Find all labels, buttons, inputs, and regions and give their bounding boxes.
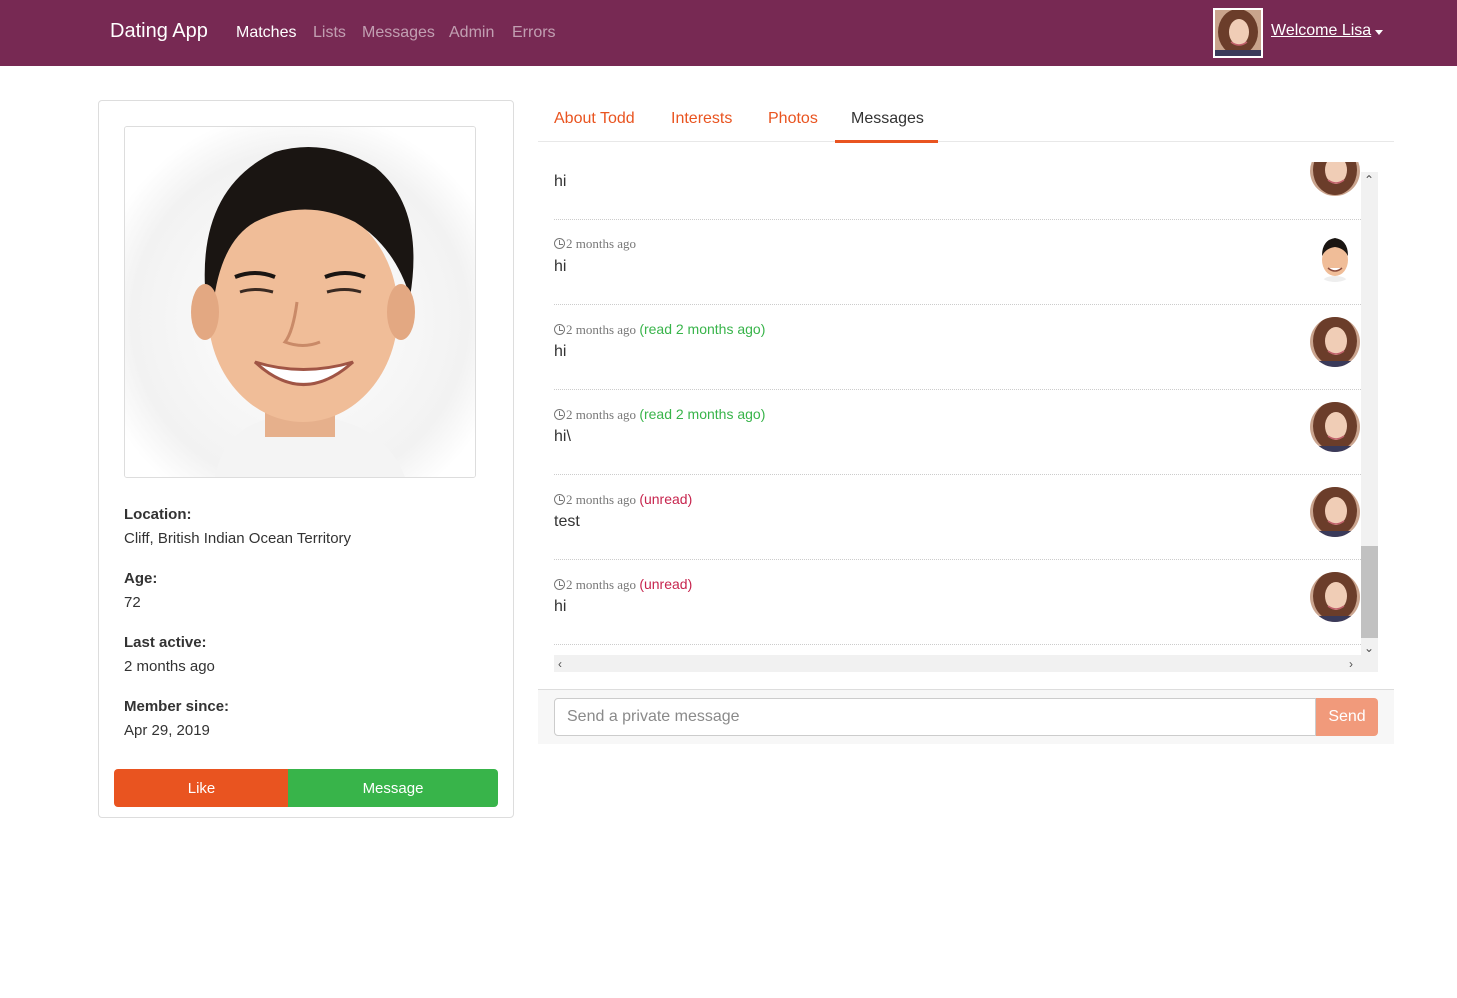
message-text: hi xyxy=(554,598,567,615)
nav-errors[interactable]: Errors xyxy=(512,24,556,42)
tab-about[interactable]: About Todd xyxy=(554,110,635,128)
message-text: hi xyxy=(554,343,567,360)
tabs-divider xyxy=(538,141,1394,142)
like-button[interactable]: Like xyxy=(114,769,289,807)
message-timestamp: 2 months ago (unread) xyxy=(554,491,692,508)
message-divider xyxy=(554,559,1361,560)
message-divider xyxy=(554,474,1361,475)
clock-icon xyxy=(554,579,565,590)
horizontal-scrollbar[interactable] xyxy=(554,655,1378,672)
send-button[interactable]: Send xyxy=(1316,698,1378,736)
user-avatar xyxy=(1213,8,1263,58)
sender-avatar xyxy=(1310,232,1360,282)
message-text: hi\ xyxy=(554,428,571,445)
scroll-right-icon[interactable]: › xyxy=(1349,658,1353,670)
message-divider xyxy=(554,219,1361,220)
member-since-label: Member since: xyxy=(124,698,230,715)
age-value: 72 xyxy=(124,594,141,611)
nav-lists[interactable]: Lists xyxy=(313,24,346,42)
chevron-down-icon xyxy=(1375,30,1383,35)
brand-link[interactable]: Dating App xyxy=(110,20,208,43)
message-input[interactable] xyxy=(554,698,1316,736)
nav-messages[interactable]: Messages xyxy=(362,24,435,42)
location-value: Cliff, British Indian Ocean Territory xyxy=(124,530,352,547)
scroll-left-icon[interactable]: ‹ xyxy=(558,658,562,670)
age-label: Age: xyxy=(124,570,158,587)
tab-interests[interactable]: Interests xyxy=(671,110,732,128)
last-active-label: Last active: xyxy=(124,634,207,651)
message-timestamp: 2 months ago (read 2 months ago) xyxy=(554,406,765,423)
nav-admin[interactable]: Admin xyxy=(449,24,494,42)
clock-icon xyxy=(554,409,565,420)
unread-status: (unread) xyxy=(639,576,693,592)
sender-avatar xyxy=(1310,317,1360,367)
message-text: hi xyxy=(554,258,567,275)
tab-messages[interactable]: Messages xyxy=(851,110,924,128)
user-menu-toggle[interactable]: Welcome Lisa xyxy=(1271,22,1371,40)
active-tab-indicator xyxy=(835,140,938,143)
tab-photos[interactable]: Photos xyxy=(768,110,818,128)
message-timestamp: 2 months ago (unread) xyxy=(554,576,692,593)
message-divider xyxy=(554,644,1361,645)
message-text: hi xyxy=(554,173,567,190)
read-status: (read 2 months ago) xyxy=(639,321,766,337)
message-divider xyxy=(554,304,1361,305)
message-divider xyxy=(554,389,1361,390)
nav-matches[interactable]: Matches xyxy=(236,24,296,42)
unread-status: (unread) xyxy=(639,491,693,507)
sender-avatar xyxy=(1310,402,1360,452)
member-since-value: Apr 29, 2019 xyxy=(124,722,210,739)
sender-avatar xyxy=(1310,487,1360,537)
sender-avatar xyxy=(1310,572,1360,622)
location-label: Location: xyxy=(124,506,192,523)
message-timestamp: 2 months ago xyxy=(554,236,636,252)
read-status: (read 2 months ago) xyxy=(639,406,766,422)
message-button[interactable]: Message xyxy=(288,769,498,807)
navbar: Dating App Matches Lists Messages Admin … xyxy=(0,0,1457,66)
message-text: test xyxy=(554,513,580,530)
message-thread[interactable]: hi 2 months ago hi 2 months ago (read 2 … xyxy=(538,162,1394,686)
clock-icon xyxy=(554,324,565,335)
clock-icon xyxy=(554,238,565,249)
last-active-value: 2 months ago xyxy=(124,658,215,675)
sender-avatar xyxy=(1310,162,1360,196)
message-timestamp: 2 months ago (read 2 months ago) xyxy=(554,321,765,338)
clock-icon xyxy=(554,494,565,505)
vertical-scroll-thumb[interactable] xyxy=(1361,546,1378,638)
profile-photo xyxy=(124,126,476,478)
scroll-up-icon[interactable]: ⌃ xyxy=(1364,174,1374,186)
scroll-down-icon[interactable]: ⌄ xyxy=(1364,642,1374,654)
